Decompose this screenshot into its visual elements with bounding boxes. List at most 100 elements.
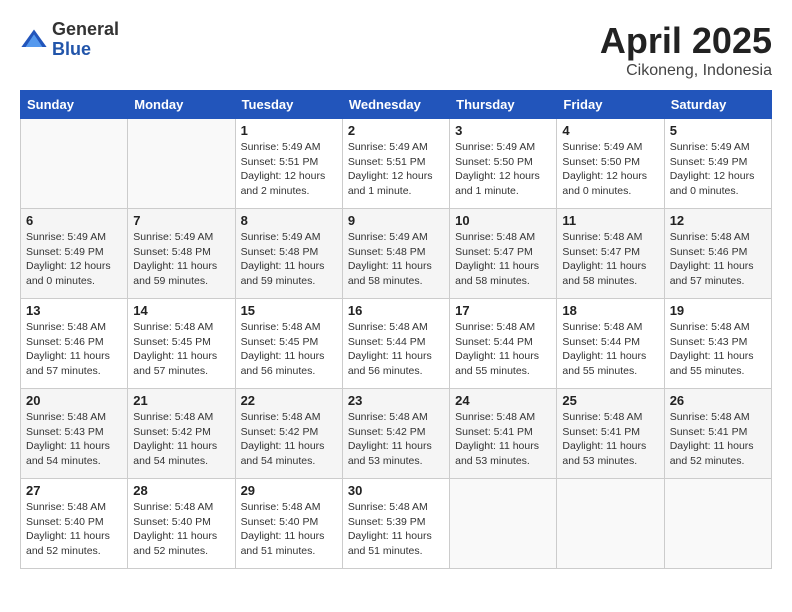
- day-info: Sunrise: 5:48 AM Sunset: 5:43 PM Dayligh…: [670, 320, 766, 379]
- weekday-header-sunday: Sunday: [21, 91, 128, 119]
- calendar-table: SundayMondayTuesdayWednesdayThursdayFrid…: [20, 90, 772, 569]
- calendar-week-row: 27 Sunrise: 5:48 AM Sunset: 5:40 PM Dayli…: [21, 479, 772, 569]
- day-number: 10: [455, 213, 551, 228]
- day-info: Sunrise: 5:48 AM Sunset: 5:46 PM Dayligh…: [670, 230, 766, 289]
- calendar-cell: 28 Sunrise: 5:48 AM Sunset: 5:40 PM Dayli…: [128, 479, 235, 569]
- day-info: Sunrise: 5:48 AM Sunset: 5:41 PM Dayligh…: [455, 410, 551, 469]
- day-info: Sunrise: 5:49 AM Sunset: 5:50 PM Dayligh…: [455, 140, 551, 199]
- calendar-cell: 19Sunrise: 5:48 AM Sunset: 5:43 PM Dayli…: [664, 299, 771, 389]
- weekday-header-saturday: Saturday: [664, 91, 771, 119]
- day-info: Sunrise: 5:48 AM Sunset: 5:41 PM Dayligh…: [562, 410, 658, 469]
- day-info: Sunrise: 5:48 AM Sunset: 5:42 PM Dayligh…: [348, 410, 444, 469]
- calendar-cell: 8 Sunrise: 5:49 AM Sunset: 5:48 PM Daylig…: [235, 209, 342, 299]
- day-info: Sunrise: 5:48 AM Sunset: 5:40 PM Dayligh…: [241, 500, 337, 559]
- day-number: 22: [241, 393, 337, 408]
- day-number: 17: [455, 303, 551, 318]
- day-info: Sunrise: 5:48 AM Sunset: 5:39 PM Dayligh…: [348, 500, 444, 559]
- day-info: Sunrise: 5:48 AM Sunset: 5:40 PM Dayligh…: [26, 500, 122, 559]
- calendar-cell: 15 Sunrise: 5:48 AM Sunset: 5:45 PM Dayli…: [235, 299, 342, 389]
- day-number: 18: [562, 303, 658, 318]
- calendar-cell: 3 Sunrise: 5:49 AM Sunset: 5:50 PM Daylig…: [450, 119, 557, 209]
- weekday-header-tuesday: Tuesday: [235, 91, 342, 119]
- calendar-week-row: 6 Sunrise: 5:49 AM Sunset: 5:49 PM Daylig…: [21, 209, 772, 299]
- day-info: Sunrise: 5:48 AM Sunset: 5:44 PM Dayligh…: [455, 320, 551, 379]
- day-number: 8: [241, 213, 337, 228]
- location-subtitle: Cikoneng, Indonesia: [600, 62, 772, 80]
- day-number: 2: [348, 123, 444, 138]
- calendar-week-row: 20Sunrise: 5:48 AM Sunset: 5:43 PM Dayli…: [21, 389, 772, 479]
- calendar-cell: 29Sunrise: 5:48 AM Sunset: 5:40 PM Dayli…: [235, 479, 342, 569]
- weekday-header-wednesday: Wednesday: [342, 91, 449, 119]
- day-number: 13: [26, 303, 122, 318]
- calendar-cell: [664, 479, 771, 569]
- day-info: Sunrise: 5:48 AM Sunset: 5:47 PM Dayligh…: [562, 230, 658, 289]
- calendar-cell: [450, 479, 557, 569]
- day-info: Sunrise: 5:48 AM Sunset: 5:47 PM Dayligh…: [455, 230, 551, 289]
- day-info: Sunrise: 5:48 AM Sunset: 5:41 PM Dayligh…: [670, 410, 766, 469]
- day-number: 15: [241, 303, 337, 318]
- day-number: 23: [348, 393, 444, 408]
- day-number: 3: [455, 123, 551, 138]
- calendar-week-row: 13 Sunrise: 5:48 AM Sunset: 5:46 PM Dayli…: [21, 299, 772, 389]
- calendar-cell: 9 Sunrise: 5:49 AM Sunset: 5:48 PM Daylig…: [342, 209, 449, 299]
- day-number: 28: [133, 483, 229, 498]
- calendar-cell: 26Sunrise: 5:48 AM Sunset: 5:41 PM Dayli…: [664, 389, 771, 479]
- logo-text: General Blue: [52, 20, 119, 60]
- day-info: Sunrise: 5:49 AM Sunset: 5:51 PM Dayligh…: [241, 140, 337, 199]
- day-number: 7: [133, 213, 229, 228]
- logo: General Blue: [20, 20, 119, 60]
- calendar-cell: 24 Sunrise: 5:48 AM Sunset: 5:41 PM Dayli…: [450, 389, 557, 479]
- day-number: 6: [26, 213, 122, 228]
- day-info: Sunrise: 5:48 AM Sunset: 5:44 PM Dayligh…: [562, 320, 658, 379]
- day-number: 30: [348, 483, 444, 498]
- day-info: Sunrise: 5:49 AM Sunset: 5:48 PM Dayligh…: [348, 230, 444, 289]
- calendar-cell: 6 Sunrise: 5:49 AM Sunset: 5:49 PM Daylig…: [21, 209, 128, 299]
- calendar-cell: 27 Sunrise: 5:48 AM Sunset: 5:40 PM Dayli…: [21, 479, 128, 569]
- day-info: Sunrise: 5:49 AM Sunset: 5:48 PM Dayligh…: [133, 230, 229, 289]
- calendar-cell: [557, 479, 664, 569]
- calendar-cell: 22Sunrise: 5:48 AM Sunset: 5:42 PM Dayli…: [235, 389, 342, 479]
- calendar-cell: 17 Sunrise: 5:48 AM Sunset: 5:44 PM Dayli…: [450, 299, 557, 389]
- day-number: 4: [562, 123, 658, 138]
- calendar-cell: 20Sunrise: 5:48 AM Sunset: 5:43 PM Dayli…: [21, 389, 128, 479]
- day-info: Sunrise: 5:49 AM Sunset: 5:48 PM Dayligh…: [241, 230, 337, 289]
- calendar-cell: 2 Sunrise: 5:49 AM Sunset: 5:51 PM Daylig…: [342, 119, 449, 209]
- calendar-cell: 1 Sunrise: 5:49 AM Sunset: 5:51 PM Daylig…: [235, 119, 342, 209]
- calendar-cell: 4Sunrise: 5:49 AM Sunset: 5:50 PM Daylig…: [557, 119, 664, 209]
- day-info: Sunrise: 5:49 AM Sunset: 5:49 PM Dayligh…: [26, 230, 122, 289]
- calendar-cell: 10 Sunrise: 5:48 AM Sunset: 5:47 PM Dayli…: [450, 209, 557, 299]
- day-number: 1: [241, 123, 337, 138]
- day-info: Sunrise: 5:48 AM Sunset: 5:46 PM Dayligh…: [26, 320, 122, 379]
- day-number: 9: [348, 213, 444, 228]
- weekday-header-row: SundayMondayTuesdayWednesdayThursdayFrid…: [21, 91, 772, 119]
- weekday-header-monday: Monday: [128, 91, 235, 119]
- day-info: Sunrise: 5:48 AM Sunset: 5:40 PM Dayligh…: [133, 500, 229, 559]
- day-info: Sunrise: 5:49 AM Sunset: 5:51 PM Dayligh…: [348, 140, 444, 199]
- day-number: 21: [133, 393, 229, 408]
- day-number: 11: [562, 213, 658, 228]
- day-info: Sunrise: 5:48 AM Sunset: 5:43 PM Dayligh…: [26, 410, 122, 469]
- day-number: 16: [348, 303, 444, 318]
- calendar-cell: 14 Sunrise: 5:48 AM Sunset: 5:45 PM Dayli…: [128, 299, 235, 389]
- weekday-header-thursday: Thursday: [450, 91, 557, 119]
- day-info: Sunrise: 5:48 AM Sunset: 5:44 PM Dayligh…: [348, 320, 444, 379]
- day-info: Sunrise: 5:48 AM Sunset: 5:45 PM Dayligh…: [241, 320, 337, 379]
- calendar-cell: [128, 119, 235, 209]
- calendar-cell: 21Sunrise: 5:48 AM Sunset: 5:42 PM Dayli…: [128, 389, 235, 479]
- day-info: Sunrise: 5:48 AM Sunset: 5:45 PM Dayligh…: [133, 320, 229, 379]
- title-block: April 2025 Cikoneng, Indonesia: [600, 20, 772, 80]
- calendar-cell: 16 Sunrise: 5:48 AM Sunset: 5:44 PM Dayli…: [342, 299, 449, 389]
- day-number: 27: [26, 483, 122, 498]
- logo-blue-text: Blue: [52, 40, 119, 60]
- day-number: 24: [455, 393, 551, 408]
- calendar-cell: [21, 119, 128, 209]
- page-header: General Blue April 2025 Cikoneng, Indone…: [20, 20, 772, 80]
- day-number: 25: [562, 393, 658, 408]
- calendar-cell: 5Sunrise: 5:49 AM Sunset: 5:49 PM Daylig…: [664, 119, 771, 209]
- logo-icon: [20, 26, 48, 54]
- calendar-cell: 13 Sunrise: 5:48 AM Sunset: 5:46 PM Dayli…: [21, 299, 128, 389]
- weekday-header-friday: Friday: [557, 91, 664, 119]
- calendar-cell: 23 Sunrise: 5:48 AM Sunset: 5:42 PM Dayli…: [342, 389, 449, 479]
- day-number: 14: [133, 303, 229, 318]
- calendar-cell: 25 Sunrise: 5:48 AM Sunset: 5:41 PM Dayli…: [557, 389, 664, 479]
